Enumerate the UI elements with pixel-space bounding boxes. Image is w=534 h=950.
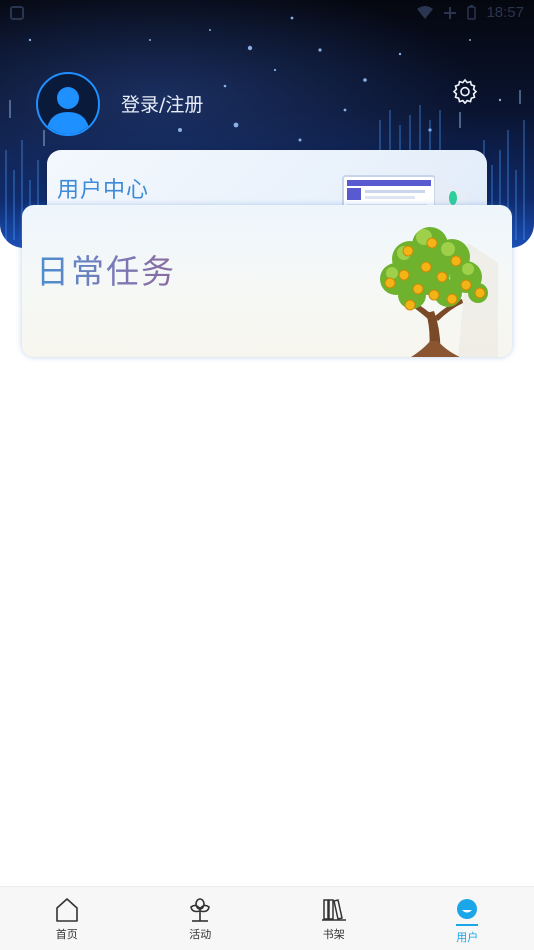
nav-label-home: 首页 — [55, 928, 78, 941]
signal-icon — [444, 6, 457, 19]
login-register-link[interactable]: 登录/注册 — [121, 90, 203, 117]
sprout-icon — [190, 898, 211, 922]
bottom-nav: 首页 活动 书架 用户 — [0, 886, 534, 950]
active-tab-indicator — [456, 924, 479, 926]
notification-app-icon — [10, 6, 24, 20]
status-bar: 18:57 — [0, 0, 534, 28]
nav-item-user[interactable]: 用户 — [401, 887, 534, 950]
bookshelf-icon — [321, 899, 346, 921]
nav-item-home[interactable]: 首页 — [0, 887, 134, 950]
avatar[interactable] — [36, 72, 100, 136]
user-center-title: 用户中心 — [57, 178, 150, 203]
wifi-icon — [417, 5, 434, 19]
nav-item-bookshelf[interactable]: 书架 — [267, 887, 401, 950]
daily-tasks-card[interactable]: 日常任务 — [22, 205, 512, 357]
home-icon — [55, 898, 78, 922]
status-indicators: 18:57 — [417, 4, 524, 21]
battery-icon — [467, 5, 477, 20]
nav-label-activity: 活动 — [189, 928, 212, 941]
nav-label-user: 用户 — [456, 931, 479, 944]
user-profile-screen: 18:57 登录/注册 用户中心 日常任务 首页 活动 书架 用户 — [0, 0, 534, 950]
nav-item-activity[interactable]: 活动 — [134, 887, 268, 950]
status-time: 18:57 — [486, 4, 524, 21]
user-icon — [457, 899, 478, 919]
daily-tasks-title: 日常任务 — [36, 245, 176, 293]
money-tree-illustration — [380, 227, 498, 357]
nav-label-bookshelf: 书架 — [322, 928, 345, 941]
gear-icon[interactable] — [452, 78, 478, 104]
avatar-person-icon — [46, 87, 90, 134]
